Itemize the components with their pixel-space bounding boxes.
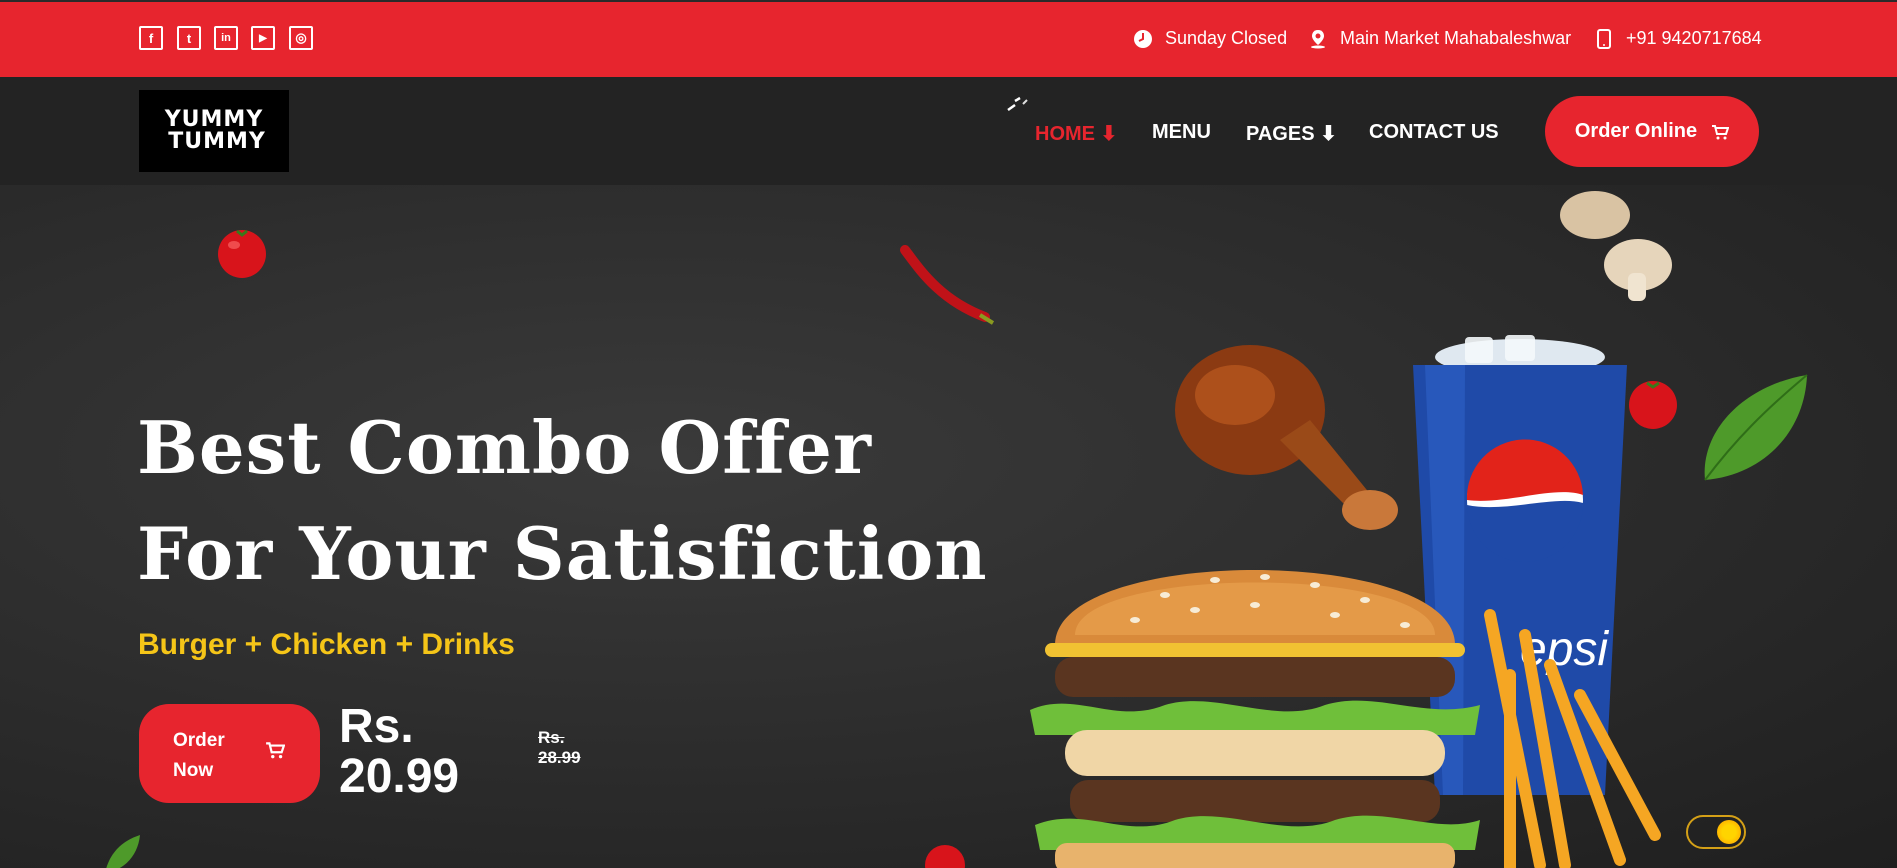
current-price: Rs. 20.99 <box>339 700 460 803</box>
nav-pages[interactable]: PAGES ⬇ <box>1246 121 1337 146</box>
hero-title-line1: Best Combo Offer <box>137 405 872 490</box>
fries-image <box>1484 609 1661 868</box>
site-logo[interactable]: YUMMY TUMMY <box>139 90 289 172</box>
facebook-icon[interactable]: f <box>139 26 163 50</box>
order-now-label: Order Now <box>173 730 225 781</box>
address: Main Market Mahabaleshwar <box>1308 28 1571 49</box>
cart-icon <box>1712 124 1730 139</box>
nav-home[interactable]: HOME ⬇ <box>1035 121 1117 146</box>
logo-line1: YUMMY <box>164 107 264 132</box>
twitter-icon[interactable]: t <box>177 26 201 50</box>
phone-text: +91 9420717684 <box>1626 28 1762 48</box>
logo-line2: TUMMY <box>168 129 266 154</box>
chili-image <box>900 245 995 325</box>
tomato-image-bottom <box>925 845 965 868</box>
hours-text: Sunday Closed <box>1165 28 1288 48</box>
order-online-button[interactable]: Order Online <box>1545 96 1759 167</box>
hero-title-line2: For Your Satisfiction <box>137 511 988 596</box>
opening-hours: Sunday Closed <box>1133 28 1287 49</box>
leaf-image-bottom <box>106 835 140 868</box>
mushroom-image <box>1560 191 1672 301</box>
linkedin-icon[interactable]: in <box>214 26 238 50</box>
cart-icon <box>266 742 285 759</box>
chicken-image <box>1175 345 1398 530</box>
phone-icon <box>1594 28 1614 49</box>
nav-contact[interactable]: CONTACT US <box>1369 121 1499 144</box>
hero-subtitle: Burger + Chicken + Drinks <box>138 628 515 661</box>
instagram-icon[interactable]: ◎ <box>289 26 313 50</box>
address-text: Main Market Mahabaleshwar <box>1340 28 1572 48</box>
nav-menu[interactable]: MENU <box>1152 121 1211 144</box>
loading-spinner <box>1007 96 1028 112</box>
location-icon <box>1308 29 1328 49</box>
basil-leaf-image <box>1704 374 1808 481</box>
old-price: Rs. 28.99 <box>538 728 581 767</box>
toggle-knob <box>1717 820 1741 844</box>
youtube-icon[interactable]: ▶ <box>251 26 275 50</box>
phone[interactable]: +91 9420717684 <box>1594 28 1762 49</box>
theme-toggle[interactable] <box>1686 815 1746 849</box>
burger-image <box>1030 570 1480 868</box>
order-online-label: Order Online <box>1574 120 1698 142</box>
clock-icon <box>1133 29 1153 49</box>
tomato-image <box>218 229 266 278</box>
order-now-button[interactable]: Order Now <box>139 704 320 803</box>
